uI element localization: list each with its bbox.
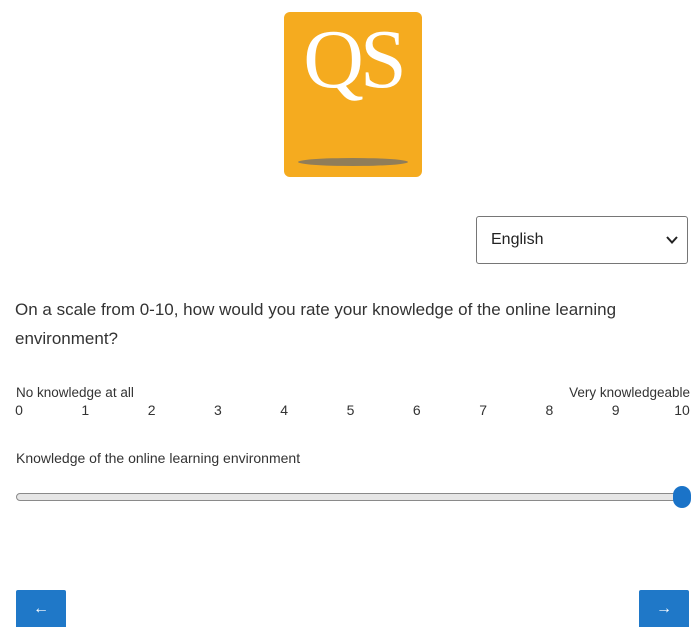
- scale-number-6: 6: [412, 402, 421, 418]
- slider-thumb[interactable]: [673, 486, 691, 508]
- slider-label: Knowledge of the online learning environ…: [16, 450, 301, 466]
- previous-button[interactable]: ←: [16, 590, 66, 627]
- scale-number-10: 10: [674, 402, 690, 418]
- scale-number-2: 2: [147, 402, 156, 418]
- language-select[interactable]: English: [476, 216, 688, 264]
- chevron-down-icon: [666, 236, 678, 244]
- slider-track[interactable]: [16, 493, 682, 501]
- scale-anchor-left: No knowledge at all: [16, 385, 134, 400]
- scale-number-4: 4: [280, 402, 289, 418]
- logo-text: QS: [303, 13, 406, 106]
- scale-number-5: 5: [346, 402, 355, 418]
- next-button[interactable]: →: [639, 590, 689, 627]
- scale-number-1: 1: [81, 402, 90, 418]
- logo-shadow: [298, 158, 408, 166]
- scale-anchor-right: Very knowledgeable: [569, 385, 690, 400]
- scale-number-7: 7: [479, 402, 487, 418]
- scale-number-0: 0: [15, 402, 23, 418]
- language-select-value: English: [491, 231, 544, 248]
- scale-number-8: 8: [545, 402, 554, 418]
- qs-logo: QS: [284, 12, 422, 177]
- scale-number-3: 3: [213, 402, 222, 418]
- question-text: On a scale from 0-10, how would you rate…: [15, 300, 617, 348]
- scale-number-9: 9: [611, 402, 620, 418]
- survey-page: QS English On a scale from 0-10, how wou…: [0, 0, 694, 627]
